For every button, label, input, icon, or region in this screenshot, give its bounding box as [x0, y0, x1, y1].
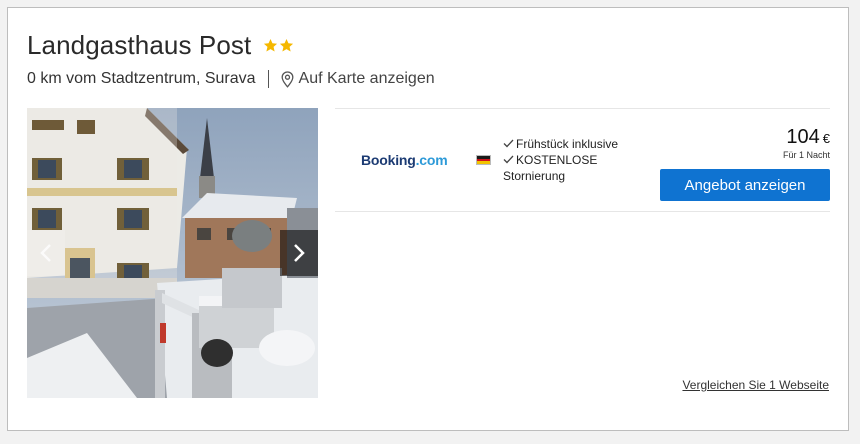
hotel-card: Landgasthaus Post 0 km vom Stadtzentrum,…	[7, 7, 849, 431]
price-currency: €	[822, 131, 830, 146]
star-rating	[263, 38, 295, 53]
feature-label: Frühstück inklusive	[516, 137, 619, 151]
price: 104 €	[783, 126, 830, 149]
feature-breakfast: Frühstück inklusive	[503, 136, 653, 152]
compare-websites-link[interactable]: Vergleichen Sie 1 Webseite	[682, 378, 829, 392]
chevron-right-icon	[294, 244, 305, 262]
provider-logo[interactable]: Booking.com	[361, 152, 448, 168]
divider	[267, 70, 269, 88]
show-on-map-link[interactable]: Auf Karte anzeigen	[281, 70, 435, 88]
check-icon	[503, 139, 514, 148]
german-flag-icon	[476, 155, 491, 165]
deal-features: Frühstück inklusive KOSTENLOSE Stornieru…	[503, 136, 653, 184]
feature-free-cancellation: KOSTENLOSE	[503, 152, 653, 168]
price-value: 104	[786, 126, 820, 148]
provider-name: Booking	[361, 152, 416, 168]
view-offer-button[interactable]: Angebot anzeigen	[660, 169, 830, 201]
hotel-photo-image	[27, 108, 318, 398]
chevron-left-icon	[40, 244, 51, 262]
map-link-label: Auf Karte anzeigen	[298, 70, 435, 87]
feature-label-continued: Stornierung	[503, 169, 566, 183]
photo-next-button[interactable]	[280, 230, 318, 276]
check-icon	[503, 155, 514, 164]
provider-domain: .com	[415, 152, 448, 168]
deal-row: Booking.com Frühstück inklusive KOSTENLO…	[335, 108, 830, 212]
title-row: Landgasthaus Post	[27, 30, 295, 61]
star-icon	[264, 38, 278, 52]
distance-text: 0 km vom Stadtzentrum, Surava	[27, 70, 256, 87]
hotel-photo[interactable]	[27, 108, 318, 398]
location-row: 0 km vom Stadtzentrum, Surava Auf Karte …	[27, 70, 435, 88]
feature-label: KOSTENLOSE	[516, 153, 598, 167]
price-box: 104 € Für 1 Nacht	[783, 126, 830, 160]
star-icon	[280, 38, 294, 52]
map-pin-icon	[281, 70, 293, 88]
photo-prev-button[interactable]	[27, 230, 65, 276]
per-night-label: Für 1 Nacht	[782, 150, 830, 160]
hotel-name[interactable]: Landgasthaus Post	[27, 30, 251, 61]
